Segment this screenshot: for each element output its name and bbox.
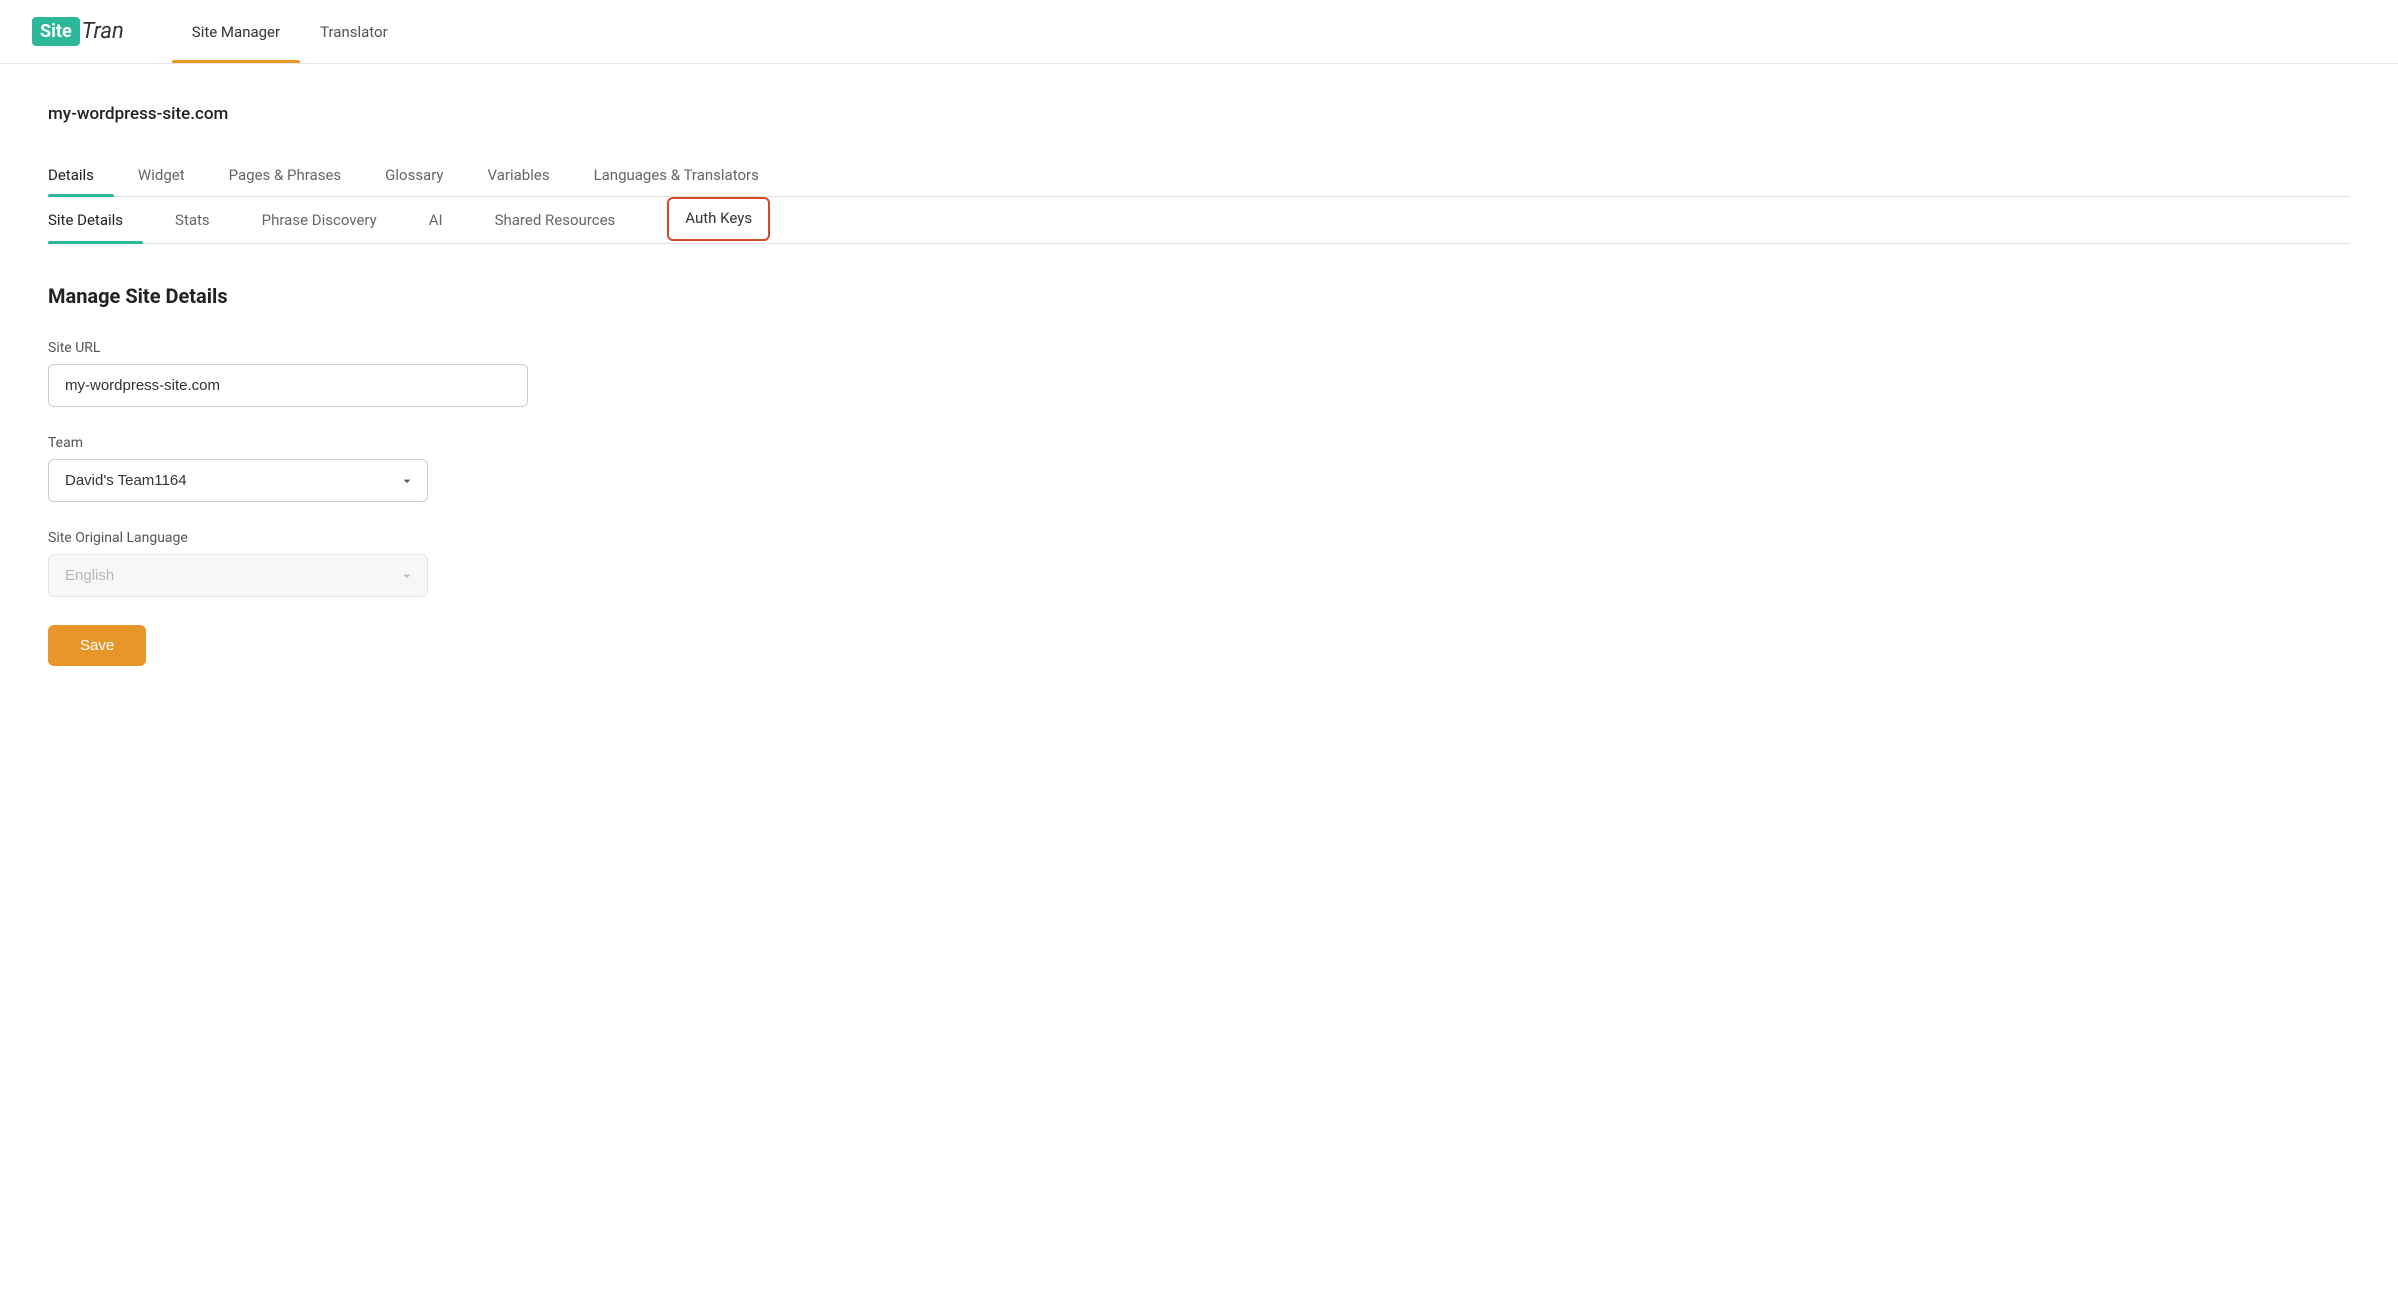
site-original-language-select: English — [48, 554, 428, 597]
sub-tabs: Site Details Stats Phrase Discovery AI S… — [48, 197, 2350, 244]
site-name: my-wordpress-site.com — [48, 104, 2350, 124]
subtab-site-details[interactable]: Site Details — [48, 197, 143, 243]
site-original-language-label: Site Original Language — [48, 530, 2350, 546]
main-tabs: Details Widget Pages & Phrases Glossary … — [48, 156, 2350, 197]
site-url-input[interactable] — [48, 364, 528, 407]
logo-site: Site — [32, 17, 80, 46]
subtab-ai[interactable]: AI — [429, 197, 463, 243]
nav-translator[interactable]: Translator — [300, 0, 408, 63]
logo-tran: Tran — [82, 19, 124, 44]
tab-variables[interactable]: Variables — [488, 156, 570, 196]
tab-pages-phrases[interactable]: Pages & Phrases — [229, 156, 362, 196]
team-label: Team — [48, 435, 2350, 451]
tab-details[interactable]: Details — [48, 156, 114, 196]
save-button[interactable]: Save — [48, 625, 146, 666]
nav-site-manager[interactable]: Site Manager — [172, 0, 300, 63]
form-section-title: Manage Site Details — [48, 284, 2350, 308]
tab-glossary[interactable]: Glossary — [385, 156, 463, 196]
site-url-group: Site URL — [48, 340, 2350, 407]
team-select[interactable]: David's Team1164 — [48, 459, 428, 502]
site-url-label: Site URL — [48, 340, 2350, 356]
subtab-auth-keys[interactable]: Auth Keys — [667, 197, 770, 241]
page-content: my-wordpress-site.com Details Widget Pag… — [0, 64, 2398, 706]
top-navigation: SiteTran Site Manager Translator — [0, 0, 2398, 64]
subtab-stats[interactable]: Stats — [175, 197, 230, 243]
site-original-language-group: Site Original Language English — [48, 530, 2350, 597]
subtab-shared-resources[interactable]: Shared Resources — [495, 197, 636, 243]
tab-widget[interactable]: Widget — [138, 156, 205, 196]
logo: SiteTran — [32, 0, 124, 63]
team-group: Team David's Team1164 — [48, 435, 2350, 502]
top-nav-links: Site Manager Translator — [172, 0, 408, 63]
tab-languages-translators[interactable]: Languages & Translators — [594, 156, 779, 196]
subtab-phrase-discovery[interactable]: Phrase Discovery — [262, 197, 397, 243]
manage-site-details-form: Manage Site Details Site URL Team David'… — [48, 284, 2350, 666]
